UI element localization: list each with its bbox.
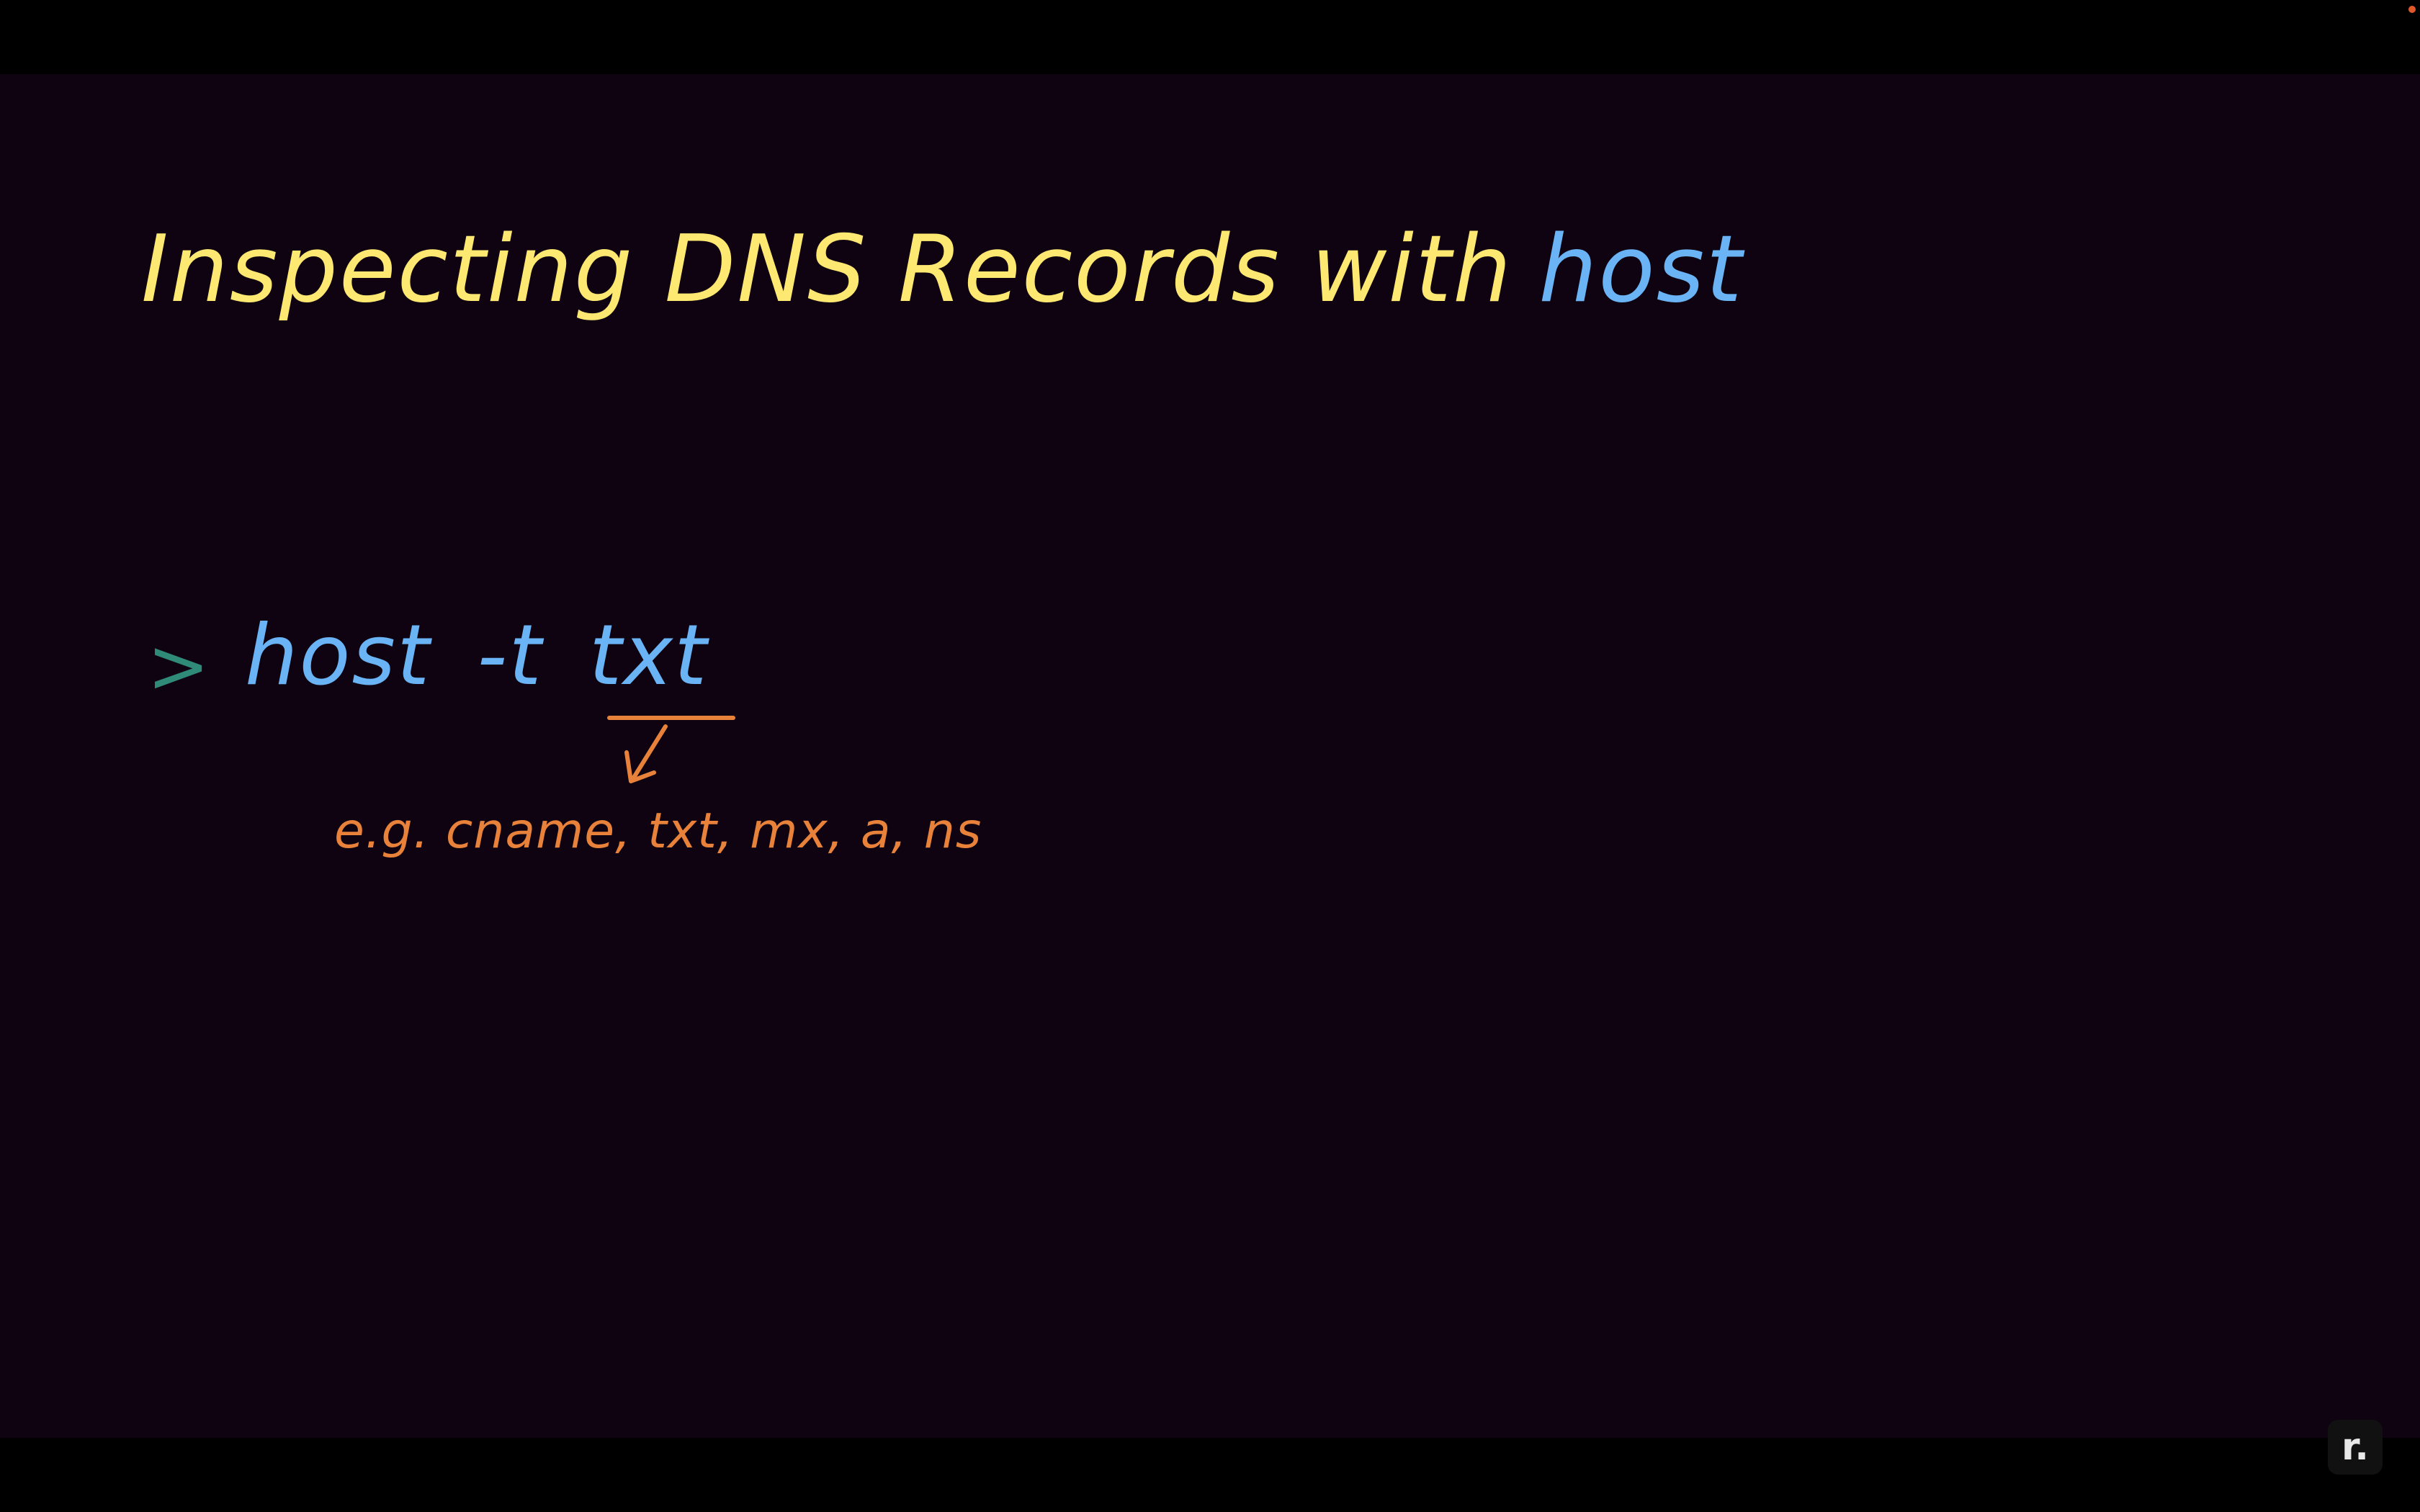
whiteboard-canvas: Inspecting DNS Records with host > host -t…	[0, 74, 2420, 1438]
slide-title-highlight: host	[1538, 216, 1744, 323]
command-token-host: host	[245, 607, 431, 704]
bottom-letterbox	[0, 1438, 2420, 1512]
arrow-shaft	[630, 724, 668, 782]
recording-dot-icon	[2408, 6, 2416, 13]
record-types-annotation: e.g. cname, txt, mx, a, ns	[334, 803, 982, 860]
command-token-flag: -t	[477, 607, 543, 704]
prompt-symbol: >	[147, 622, 210, 710]
command-line: host -t txt	[245, 614, 708, 698]
recorder-logo-icon[interactable]: r.	[2328, 1420, 2383, 1475]
slide-title: Inspecting DNS Records with host	[141, 224, 1744, 316]
down-left-arrow-icon	[607, 716, 735, 783]
command-token-type: txt	[588, 607, 709, 704]
slide-title-text: Inspecting DNS Records with	[141, 216, 1513, 323]
top-letterbox	[0, 0, 2420, 74]
